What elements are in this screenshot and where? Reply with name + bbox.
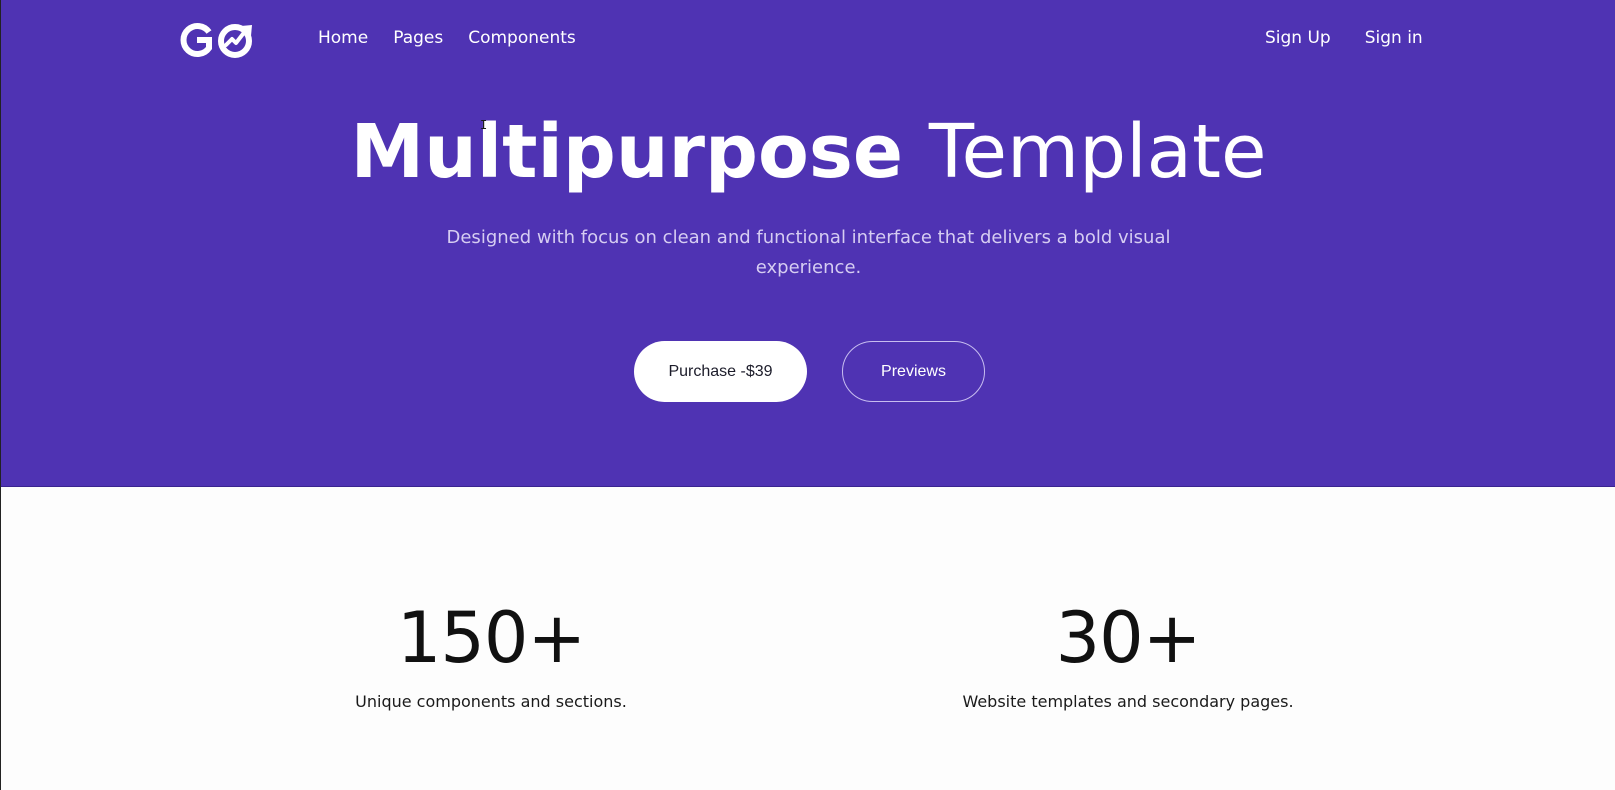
purchase-button[interactable]: Purchase -$39 [634, 341, 807, 402]
nav-link-home[interactable]: Home [318, 26, 368, 50]
stat-label: Unique components and sections. [355, 692, 627, 711]
stat-components: 150+ Unique components and sections. [291, 596, 691, 714]
sign-in-link[interactable]: Sign in [1365, 26, 1423, 50]
hero-title-light: Template [928, 109, 1267, 195]
page: Home Pages Components Sign Up Sign in Mu… [0, 0, 1615, 790]
hero-subtitle-line2: experience. [755, 257, 862, 278]
sign-up-link[interactable]: Sign Up [1265, 26, 1331, 50]
previews-button[interactable]: Previews [842, 341, 985, 402]
main-nav: Home Pages Components [318, 26, 576, 50]
nav-link-pages[interactable]: Pages [393, 26, 443, 50]
hero-subtitle-line1: Designed with focus on clean and functio… [446, 227, 1171, 248]
text-cursor-icon: I [480, 118, 488, 132]
go-logo[interactable] [175, 18, 259, 60]
hero-title-bold: Multipurpose [350, 109, 904, 195]
auth-nav: Sign Up Sign in [1265, 26, 1423, 50]
hero-section: Home Pages Components Sign Up Sign in Mu… [1, 0, 1615, 487]
hero-title: Multipurpose Template [1, 106, 1615, 198]
stat-templates: 30+ Website templates and secondary page… [928, 596, 1328, 714]
stat-number: 30+ [1055, 597, 1202, 679]
stat-label: Website templates and secondary pages. [962, 692, 1294, 711]
stat-number: 150+ [396, 597, 586, 679]
nav-link-components[interactable]: Components [468, 26, 576, 50]
hero-subtitle: Designed with focus on clean and functio… [431, 223, 1186, 283]
